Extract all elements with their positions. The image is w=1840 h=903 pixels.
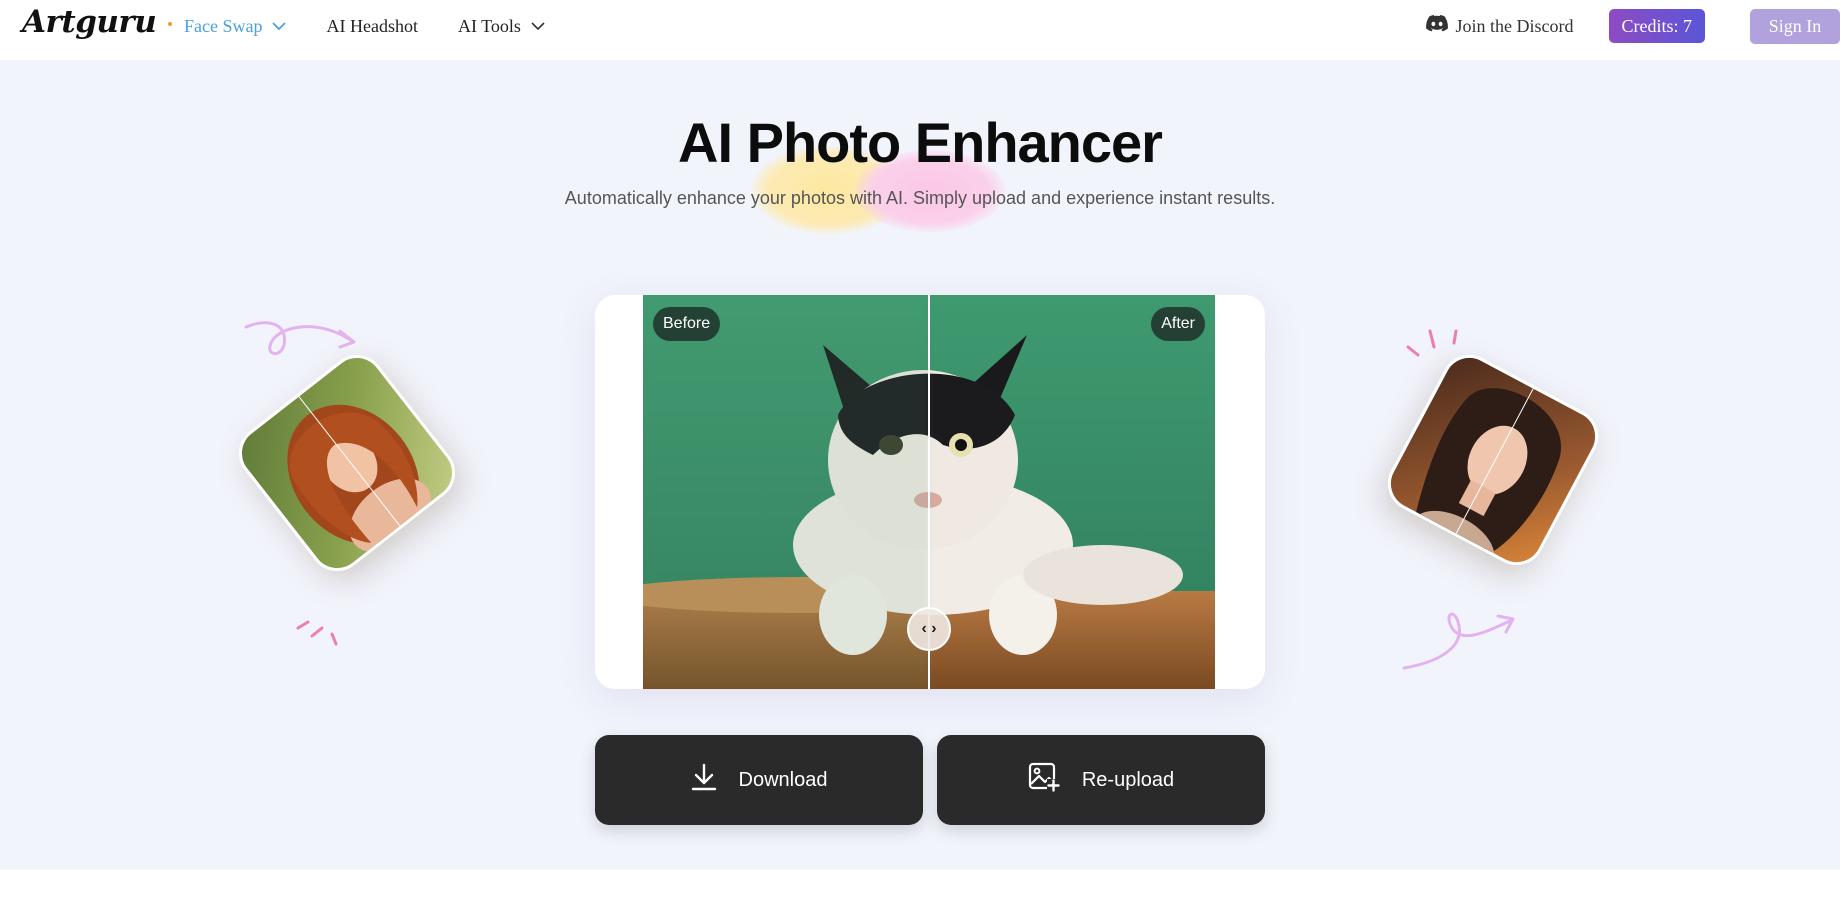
page-title: AI Photo Enhancer [678, 111, 1163, 174]
swirl-arrow-right-decoration [1402, 612, 1515, 670]
nav-face-swap[interactable]: Face Swap [168, 15, 287, 37]
main-nav: Face Swap AI Headshot AI Tools [168, 0, 585, 52]
compare-image-area[interactable]: Before After ‹ › [643, 295, 1215, 689]
chevron-down-icon [531, 21, 545, 31]
credits-button[interactable]: Credits: 7 [1608, 9, 1705, 43]
page-subtitle: Automatically enhance your photos with A… [564, 188, 1276, 208]
top-navbar: Artguru Face Swap AI Headshot AI Tools J… [0, 0, 1840, 60]
before-after-compare[interactable]: Before After ‹ › [595, 295, 1265, 689]
nav-ai-headshot-label: AI Headshot [326, 15, 418, 36]
enhancer-main: AI Photo Enhancer Automatically enhance … [0, 60, 1840, 870]
active-dot [168, 22, 172, 26]
reupload-label: Re-upload [1081, 768, 1175, 791]
chevron-down-icon [272, 21, 287, 31]
download-label: Download [738, 768, 828, 791]
nav-ai-tools-label: AI Tools [457, 15, 521, 36]
nav-face-swap-label: Face Swap [184, 15, 263, 36]
nav-ai-tools[interactable]: AI Tools [458, 16, 545, 37]
brunette-portrait-image [1379, 349, 1608, 575]
hero-title-wrap: AI Photo Enhancer [0, 110, 1840, 234]
discord-label: Join the Discord [1455, 15, 1574, 36]
discord-icon [1425, 15, 1456, 37]
reupload-button[interactable]: Re-upload [937, 735, 1265, 825]
image-plus-icon [1028, 762, 1082, 798]
nav-ai-headshot[interactable]: AI Headshot [326, 16, 417, 37]
sample-portrait-brunette [1378, 345, 1608, 575]
compare-slider-handle[interactable]: ‹ › [907, 607, 951, 651]
download-icon [691, 763, 739, 797]
sign-in-button[interactable]: Sign In [1750, 8, 1840, 44]
artguru-logo[interactable]: Artguru [22, 4, 157, 40]
sparkle-lines-left-decoration [296, 620, 338, 646]
before-label: Before [653, 307, 721, 341]
page-bottom-strip [0, 870, 1840, 903]
join-discord-link[interactable]: Join the Discord [1425, 15, 1574, 37]
header-actions: Join the Discord Credits: 7 Sign In [1425, 0, 1840, 52]
after-label: After [1151, 307, 1205, 341]
download-button[interactable]: Download [595, 735, 923, 825]
